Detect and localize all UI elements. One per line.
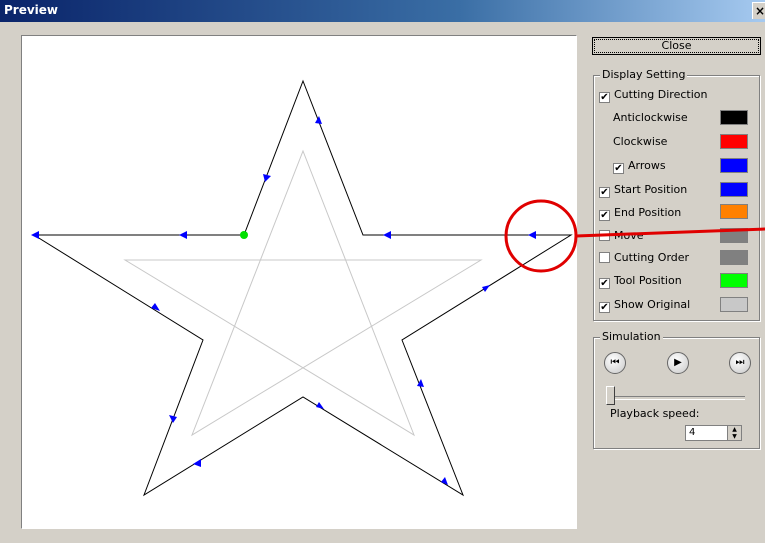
preview-canvas: [21, 35, 577, 529]
check-icon[interactable]: ✔: [599, 302, 610, 313]
arrow-marker: [151, 303, 160, 311]
arrow-marker: [383, 231, 391, 239]
empty-check-icon[interactable]: [599, 252, 610, 263]
skip-end-icon[interactable]: ⏭: [729, 352, 751, 374]
check-icon[interactable]: ✔: [599, 92, 610, 103]
end-position-color-swatch[interactable]: [720, 204, 748, 219]
arrows-checkbox[interactable]: ✔ Arrows: [613, 157, 666, 175]
cutting-direction-checkbox[interactable]: ✔ Cutting Direction: [599, 86, 707, 104]
move-label: Move: [614, 229, 644, 242]
start-position-label: Start Position: [614, 183, 688, 196]
tool-position-label: Tool Position: [614, 274, 682, 287]
cutting-order-label: Cutting Order: [614, 251, 690, 264]
spinner-arrows-icon[interactable]: ▲ ▼: [727, 426, 741, 440]
original-shape: [123, 149, 483, 437]
simulation-slider-thumb[interactable]: [606, 386, 615, 405]
move-checkbox[interactable]: Move: [599, 227, 644, 245]
start-position-color-swatch[interactable]: [720, 182, 748, 197]
arrow-marker: [316, 402, 324, 409]
cutting-order-color-swatch[interactable]: [720, 250, 748, 265]
tool-position-marker: [240, 231, 248, 239]
anticlockwise-color-swatch[interactable]: [720, 110, 748, 125]
window-title: Preview: [4, 3, 59, 17]
check-icon[interactable]: ✔: [613, 163, 624, 174]
simulation-slider-track[interactable]: [611, 396, 745, 400]
check-icon[interactable]: ✔: [599, 278, 610, 289]
arrow-marker: [315, 116, 322, 124]
close-button[interactable]: Close: [592, 37, 761, 55]
close-button-label: Close: [594, 39, 759, 53]
tool-position-checkbox[interactable]: ✔ Tool Position: [599, 272, 682, 290]
playback-speed-label: Playback speed:: [610, 407, 700, 420]
arrow-marker: [528, 231, 536, 239]
playback-speed-value[interactable]: 4: [689, 427, 695, 438]
arrows-label: Arrows: [628, 159, 666, 172]
show-original-color-swatch[interactable]: [720, 297, 748, 312]
arrow-marker: [179, 231, 187, 239]
arrow-marker: [482, 285, 490, 292]
rewind-icon[interactable]: ⏮: [604, 352, 626, 374]
playback-speed-spinner[interactable]: 4 ▲ ▼: [685, 425, 742, 441]
clockwise-color-swatch[interactable]: [720, 134, 748, 149]
star-path-drawing: [31, 79, 573, 497]
end-position-label: End Position: [614, 206, 682, 219]
arrow-marker: [169, 415, 177, 423]
play-icon[interactable]: ▶: [667, 352, 689, 374]
arrow-marker: [31, 231, 39, 239]
direction-arrows: [31, 116, 536, 485]
simulation-title: Simulation: [600, 330, 663, 343]
move-color-swatch[interactable]: [720, 228, 748, 243]
display-setting-title: Display Setting: [600, 68, 688, 81]
cutting-order-checkbox[interactable]: Cutting Order: [599, 249, 689, 267]
window-close-icon[interactable]: ×: [752, 2, 765, 19]
empty-check-icon[interactable]: [599, 230, 610, 241]
end-position-checkbox[interactable]: ✔ End Position: [599, 204, 681, 222]
tool-position-color-swatch[interactable]: [720, 273, 748, 288]
cutting-direction-label: Cutting Direction: [614, 88, 708, 101]
title-bar: Preview ×: [0, 0, 765, 22]
check-icon[interactable]: ✔: [599, 187, 610, 198]
arrow-marker: [193, 459, 201, 467]
start-position-checkbox[interactable]: ✔ Start Position: [599, 181, 687, 199]
check-icon[interactable]: ✔: [599, 210, 610, 221]
anticlockwise-label: Anticlockwise: [613, 111, 688, 124]
cutting-path: [32, 79, 573, 497]
show-original-checkbox[interactable]: ✔ Show Original: [599, 296, 690, 314]
clockwise-label: Clockwise: [613, 135, 668, 148]
show-original-label: Show Original: [614, 298, 691, 311]
arrows-color-swatch[interactable]: [720, 158, 748, 173]
arrow-marker: [263, 174, 271, 182]
